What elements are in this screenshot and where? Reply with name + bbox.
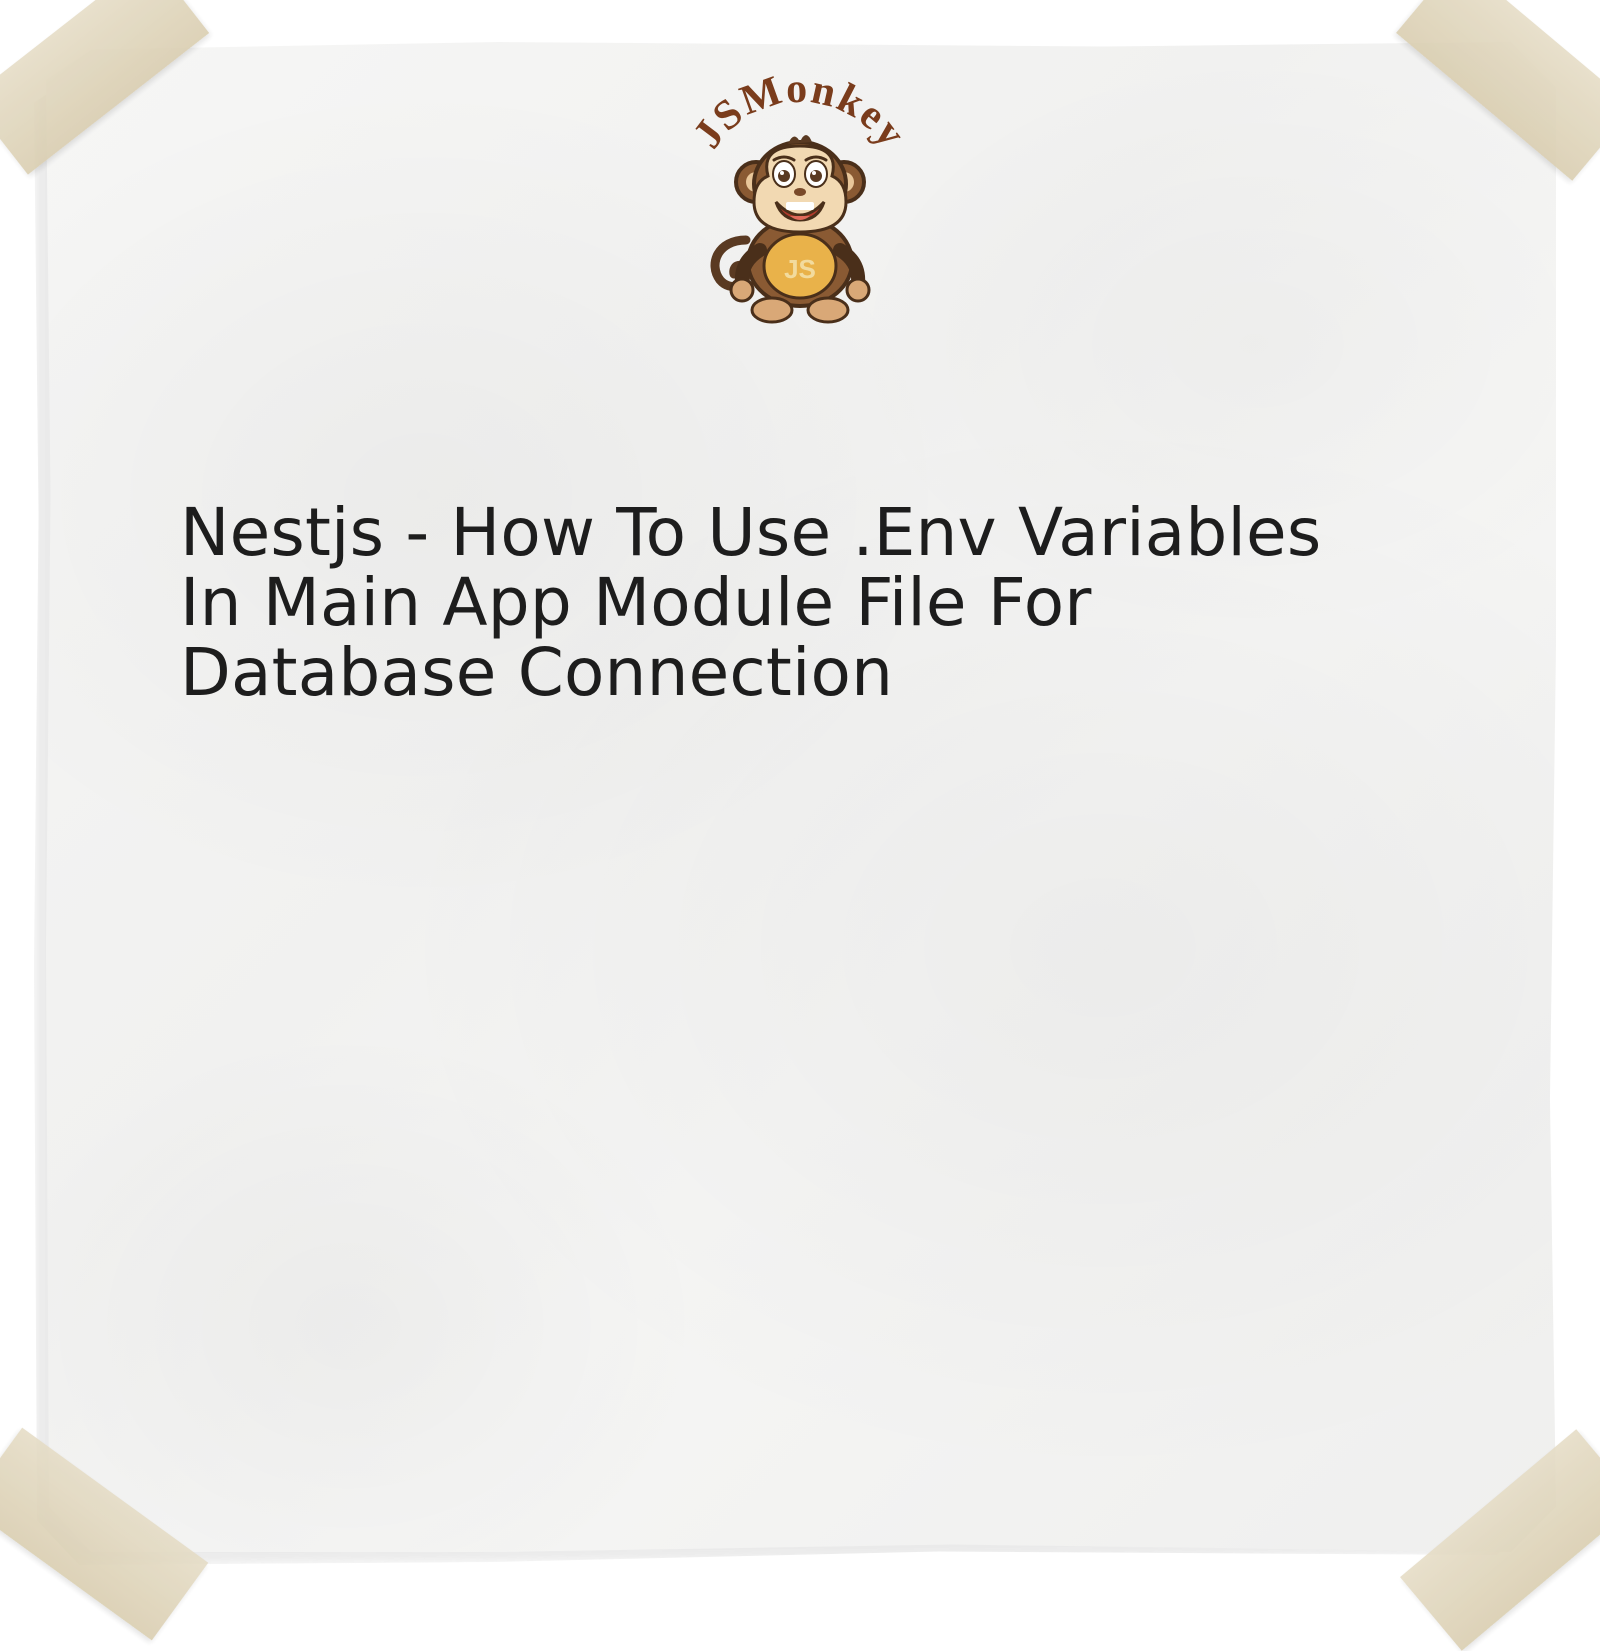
logo: JSMonkey JS: [0, 52, 1600, 332]
article-title: Nestjs - How To Use .Env Variables In Ma…: [180, 498, 1380, 708]
jsmonkey-logo-icon: JSMonkey JS: [660, 52, 940, 332]
svg-text:JS: JS: [784, 254, 816, 284]
stage: JSMonkey JS: [0, 0, 1600, 1600]
